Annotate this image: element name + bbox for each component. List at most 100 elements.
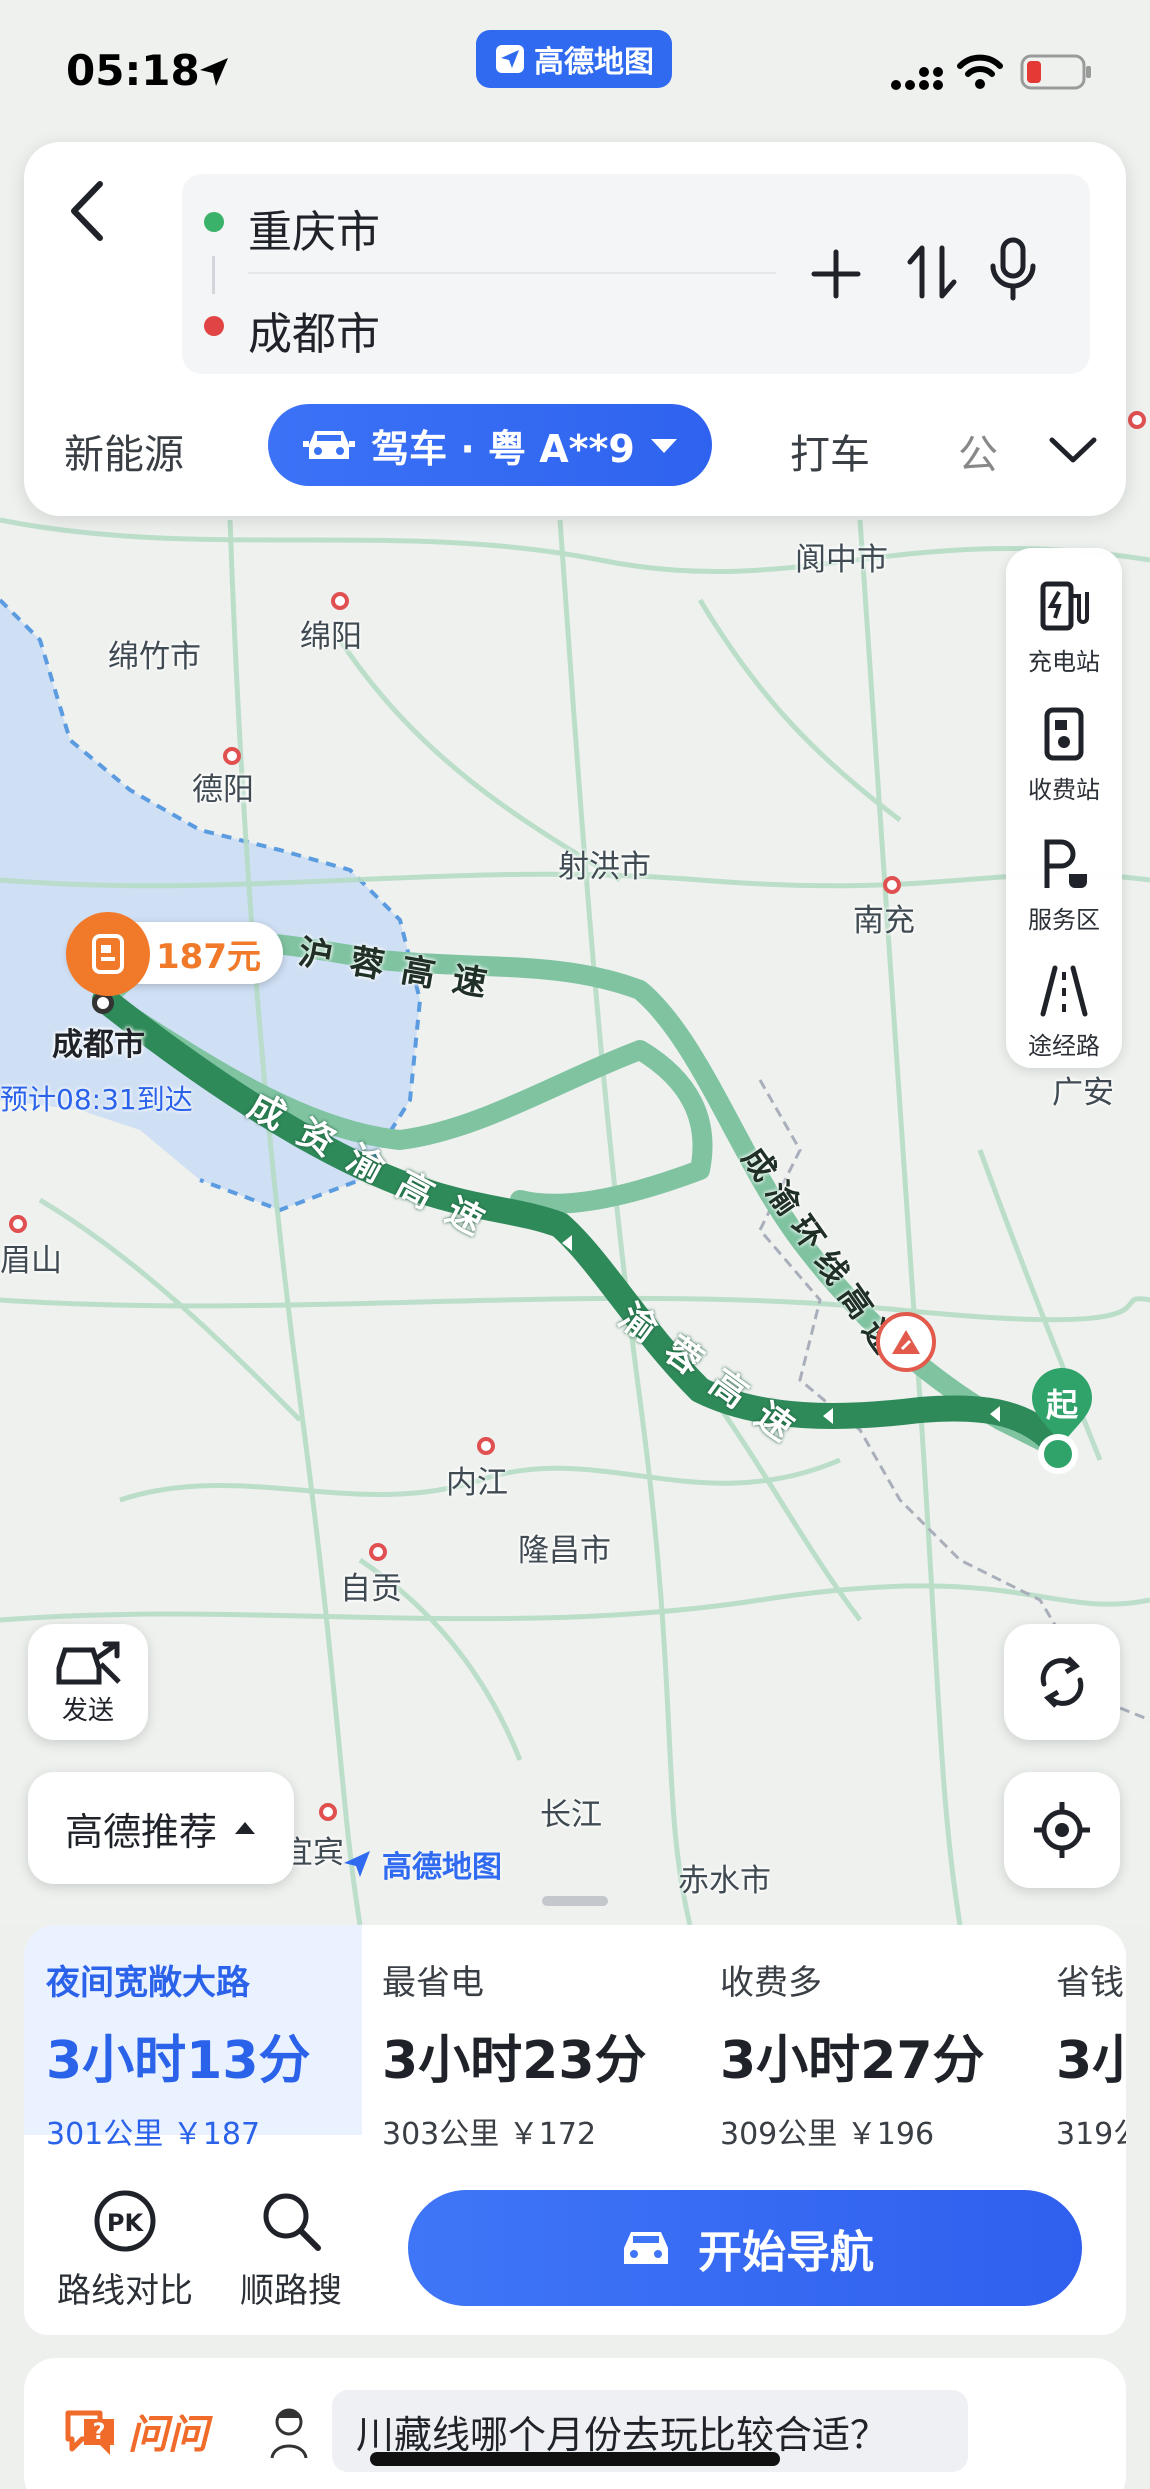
place-label: 德阳 xyxy=(192,772,254,808)
location-arrow-icon xyxy=(196,54,232,94)
via-road-icon xyxy=(1040,965,1088,1017)
car-icon xyxy=(303,431,356,459)
origin-field[interactable]: 重庆市 xyxy=(248,196,380,260)
drive-tab-label: 驾车 · 粤 A**9 xyxy=(371,426,635,471)
app-badge[interactable]: 高德地图 xyxy=(476,30,672,88)
sheet-handle[interactable] xyxy=(542,1896,608,1906)
place-label: 阆中市 xyxy=(795,542,888,578)
route-option-3[interactable]: 收费多 3小时27分 309公里 ￥196 xyxy=(720,1955,985,2153)
place-label: 长江 xyxy=(540,1797,602,1833)
place-label: 内江 xyxy=(446,1465,508,1501)
swap-icon[interactable] xyxy=(904,240,960,308)
destination-field[interactable]: 成都市 xyxy=(248,298,380,362)
pk-icon: PK xyxy=(94,2190,156,2252)
route-distance-toll: 309公里 ￥196 xyxy=(720,2117,935,2152)
app-badge-label: 高德地图 xyxy=(534,45,654,80)
toll-station-icon xyxy=(66,912,150,996)
add-waypoint-icon[interactable] xyxy=(808,246,864,306)
route-distance-toll: 319公 xyxy=(1056,2117,1126,2152)
tab-taxi[interactable]: 打车 xyxy=(790,422,870,480)
chevron-down-icon[interactable] xyxy=(1046,432,1100,472)
caret-up-icon xyxy=(235,1822,255,1834)
route-option-1[interactable]: 夜间宽敞大路 3小时13分 301公里 ￥187 xyxy=(46,1955,311,2153)
route-duration: 3小时13分 xyxy=(46,2031,311,2091)
place-label: 隆昌市 xyxy=(518,1533,611,1569)
construction-icon[interactable] xyxy=(876,1312,936,1372)
route-connector xyxy=(212,256,215,294)
toll-station-icon xyxy=(1044,707,1084,761)
recommend-label: 高德推荐 xyxy=(64,1809,217,1854)
route-option-2[interactable]: 最省电 3小时23分 303公里 ￥172 xyxy=(382,1955,647,2153)
refresh-button[interactable] xyxy=(1004,1624,1120,1740)
locate-icon xyxy=(1034,1802,1090,1858)
ask-label: 问问 xyxy=(128,2412,208,2458)
amap-logo-icon xyxy=(496,45,524,73)
destination-label: 成都市 xyxy=(52,1027,145,1063)
send-car-icon xyxy=(56,1641,121,1684)
svg-text:?: ? xyxy=(93,2420,106,2445)
send-to-car-button[interactable]: 发送 xyxy=(28,1624,148,1740)
tab-transit[interactable]: 公 xyxy=(958,422,1016,480)
toll-amount: 187元 xyxy=(156,936,261,977)
route-duration: 3小 xyxy=(1056,2031,1126,2091)
destination-dot-input xyxy=(204,316,224,336)
route-option-4[interactable]: 省钱 3小 319公 xyxy=(1056,1955,1126,2153)
tool-charging-station[interactable]: 充电站 xyxy=(1006,578,1122,677)
along-search-label: 顺路搜 xyxy=(240,2271,342,2311)
start-nav-label: 开始导航 xyxy=(698,2227,874,2278)
wifi-icon xyxy=(956,52,1004,94)
place-label: 自贡 xyxy=(340,1571,402,1607)
route-tag: 收费多 xyxy=(720,1963,822,2003)
battery-icon xyxy=(1020,54,1092,94)
ask-label-group[interactable]: ? 问问 xyxy=(62,2402,208,2460)
compare-label: 路线对比 xyxy=(57,2271,193,2311)
tool-service-area[interactable]: 服务区 xyxy=(1006,836,1122,935)
along-route-search-button[interactable]: 顺路搜 xyxy=(226,2188,356,2312)
map-watermark: 高德地图 xyxy=(340,1842,502,1886)
route-distance-toll: 301公里 ￥187 xyxy=(46,2117,261,2152)
amap-logo-icon xyxy=(344,1851,370,1877)
locate-button[interactable] xyxy=(1004,1772,1120,1888)
send-label: 发送 xyxy=(61,1695,114,1726)
compare-routes-button[interactable]: PK 路线对比 xyxy=(50,2188,200,2312)
route-tag: 夜间宽敞大路 xyxy=(46,1963,250,2003)
status-time: 05:18 xyxy=(66,46,200,95)
start-dot xyxy=(1038,1434,1078,1474)
tab-drive-active[interactable]: 驾车 · 粤 A**9 xyxy=(268,404,712,486)
microphone-icon[interactable] xyxy=(988,236,1038,310)
search-icon xyxy=(263,2193,321,2251)
field-divider xyxy=(248,272,776,274)
route-distance-toll: 303公里 ￥172 xyxy=(382,2117,597,2152)
cellular-signal-icon xyxy=(890,58,944,96)
place-label: 赤水市 xyxy=(678,1863,771,1899)
place-label: 眉山 xyxy=(0,1243,62,1279)
home-indicator xyxy=(370,2452,780,2466)
place-label: 南充 xyxy=(853,903,915,939)
charging-station-icon xyxy=(1040,581,1089,631)
caret-down-icon xyxy=(650,439,677,453)
recommend-sort-button[interactable]: 高德推荐 xyxy=(28,1772,294,1884)
map-tools-panel: 充电站 收费站 服务区 途经路 xyxy=(1006,548,1122,1068)
tool-toll-station[interactable]: 收费站 xyxy=(1006,706,1122,805)
place-label: 绵竹市 xyxy=(108,639,201,675)
route-duration: 3小时27分 xyxy=(720,2031,985,2091)
service-area-icon xyxy=(1044,839,1087,888)
origin-dot xyxy=(204,212,224,232)
tool-via-road[interactable]: 途经路 xyxy=(1006,962,1122,1061)
place-label: 广安 xyxy=(1052,1075,1114,1111)
svg-text:PK: PK xyxy=(107,2209,145,2237)
route-tag: 省钱 xyxy=(1056,1963,1124,2003)
eta-label: 预计08:31到达 xyxy=(0,1083,193,1116)
ask-bubble-icon: ? xyxy=(65,2410,114,2455)
route-tag: 最省电 xyxy=(382,1963,484,2003)
start-marker-label: 起 xyxy=(1045,1386,1078,1424)
place-label: 绵阳 xyxy=(300,619,362,655)
place-label: 射洪市 xyxy=(558,849,651,885)
back-icon[interactable] xyxy=(62,176,116,250)
assistant-avatar-icon xyxy=(264,2402,314,2466)
start-navigation-button[interactable]: 开始导航 xyxy=(408,2190,1082,2306)
car-icon xyxy=(624,2232,668,2264)
refresh-icon xyxy=(1040,1656,1084,1708)
tab-new-energy[interactable]: 新能源 xyxy=(64,422,184,480)
route-duration: 3小时23分 xyxy=(382,2031,647,2091)
